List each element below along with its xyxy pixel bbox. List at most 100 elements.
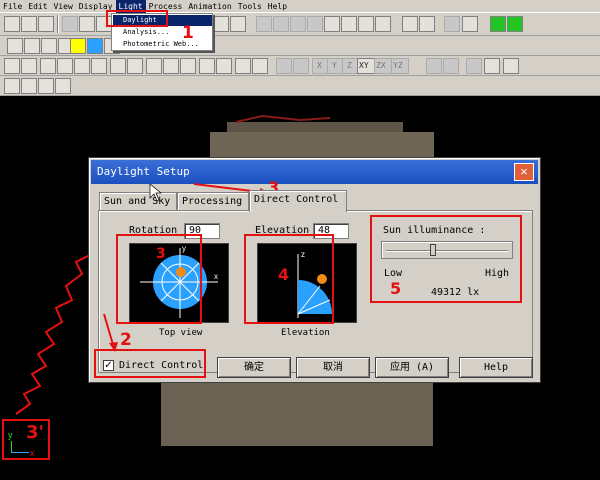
color-swatch-icon[interactable] bbox=[70, 38, 86, 54]
move-icon[interactable] bbox=[146, 58, 162, 74]
nav-back-icon[interactable] bbox=[256, 16, 272, 32]
axis-zx-label: ZX bbox=[376, 61, 386, 70]
menu-edit[interactable]: Edit bbox=[25, 0, 50, 13]
axis-zx-button[interactable]: ZX bbox=[374, 58, 392, 74]
green-cube-icon[interactable] bbox=[490, 16, 506, 32]
callout-5: 5 bbox=[390, 279, 402, 298]
print-icon[interactable] bbox=[79, 16, 95, 32]
pan-icon[interactable] bbox=[307, 16, 323, 32]
highlight-light-menu bbox=[106, 10, 168, 27]
run-icon[interactable] bbox=[484, 58, 500, 74]
axis-y-label: Y bbox=[332, 61, 337, 70]
axis-x-line bbox=[11, 452, 29, 453]
view-box-icon[interactable] bbox=[444, 16, 460, 32]
menu-item-analysis[interactable]: Analysis... bbox=[113, 27, 212, 38]
align-icon[interactable] bbox=[216, 58, 232, 74]
toolbar-row-4 bbox=[0, 76, 600, 96]
select-add-icon[interactable] bbox=[57, 58, 73, 74]
wire-cube-icon[interactable] bbox=[462, 16, 478, 32]
light-icon[interactable] bbox=[443, 58, 459, 74]
select-window-icon[interactable] bbox=[40, 58, 56, 74]
zoom-icon[interactable] bbox=[324, 16, 340, 32]
texture-icon[interactable] bbox=[38, 78, 54, 94]
nav-right-icon[interactable] bbox=[290, 16, 306, 32]
group-tool-icon[interactable] bbox=[41, 38, 57, 54]
material-icon[interactable] bbox=[21, 78, 37, 94]
menu-help[interactable]: Help bbox=[265, 0, 290, 13]
rotate-view-icon[interactable] bbox=[293, 58, 309, 74]
paste-icon[interactable] bbox=[127, 58, 143, 74]
open-file-icon[interactable] bbox=[21, 16, 37, 32]
axis-xy-button[interactable]: XY bbox=[357, 58, 375, 74]
ok-button[interactable]: 确定 bbox=[217, 357, 291, 378]
undo-icon[interactable] bbox=[62, 16, 78, 32]
menu-animation[interactable]: Animation bbox=[185, 0, 234, 13]
viewport-axis-x-label: x bbox=[30, 448, 35, 458]
axis-x-label: X bbox=[317, 61, 322, 70]
zoom-extents-icon[interactable] bbox=[402, 16, 418, 32]
new-file-icon[interactable] bbox=[4, 16, 20, 32]
snap-icon[interactable] bbox=[235, 58, 251, 74]
walk-icon[interactable] bbox=[466, 58, 482, 74]
top-view-caption: Top view bbox=[159, 328, 203, 338]
toolbar-separator bbox=[57, 15, 59, 33]
mirror-icon[interactable] bbox=[199, 58, 215, 74]
menu-view[interactable]: View bbox=[51, 0, 76, 13]
save-file-icon[interactable] bbox=[38, 16, 54, 32]
scale-icon[interactable] bbox=[180, 58, 196, 74]
dialog-titlebar: Daylight Setup × bbox=[91, 160, 538, 184]
callout-4: 4 bbox=[278, 265, 290, 284]
grid-icon[interactable] bbox=[252, 58, 268, 74]
select-move-icon[interactable] bbox=[21, 58, 37, 74]
cancel-button[interactable]: 取消 bbox=[296, 357, 370, 378]
shaded-cube-icon[interactable] bbox=[507, 16, 523, 32]
menu-file[interactable]: File bbox=[0, 0, 25, 13]
rotate-icon[interactable] bbox=[163, 58, 179, 74]
nav-left-icon[interactable] bbox=[273, 16, 289, 32]
pointer-icon[interactable] bbox=[55, 78, 71, 94]
camera-icon[interactable] bbox=[426, 58, 442, 74]
close-icon[interactable]: × bbox=[514, 163, 534, 181]
select-all-icon[interactable] bbox=[91, 58, 107, 74]
orbit-icon[interactable] bbox=[375, 16, 391, 32]
layer-tool-icon[interactable] bbox=[7, 38, 23, 54]
viewport-axis-y-label: y bbox=[8, 430, 13, 440]
render-region-icon[interactable] bbox=[230, 16, 246, 32]
dialog-title: Daylight Setup bbox=[97, 165, 190, 178]
pivot-icon[interactable] bbox=[276, 58, 292, 74]
menubar: File Edit View Display Light Process Ani… bbox=[0, 0, 600, 13]
tab-direct-control[interactable]: Direct Control bbox=[249, 190, 347, 212]
menu-item-photometric-web[interactable]: Photometric Web... bbox=[113, 39, 212, 50]
toolbar-row-1 bbox=[0, 13, 600, 36]
elevation-view-caption: Elevation bbox=[281, 328, 330, 338]
annotation-scribble bbox=[235, 114, 331, 123]
zoom-in-icon[interactable] bbox=[358, 16, 374, 32]
axis-yz-label: YZ bbox=[393, 61, 403, 70]
axis-xy-label: XY bbox=[359, 61, 369, 70]
select-remove-icon[interactable] bbox=[74, 58, 90, 74]
render-icon[interactable] bbox=[213, 16, 229, 32]
axis-yz-button[interactable]: YZ bbox=[391, 58, 409, 74]
toolbar-row-2 bbox=[0, 36, 600, 56]
help-button[interactable]: Help bbox=[459, 357, 533, 378]
menu-tools[interactable]: Tools bbox=[235, 0, 265, 13]
zoom-window-icon[interactable] bbox=[341, 16, 357, 32]
axis-x-button[interactable]: X bbox=[312, 58, 328, 74]
axis-z-label: Z bbox=[347, 61, 352, 70]
top-view-x-label: x bbox=[214, 272, 218, 281]
callout-3-prime: 3' bbox=[26, 422, 45, 443]
apply-button[interactable]: 应用 (A) bbox=[375, 357, 449, 378]
callout-3-topview: 3 bbox=[156, 246, 166, 262]
select-arrow-icon[interactable] bbox=[4, 58, 20, 74]
fly-icon[interactable] bbox=[503, 58, 519, 74]
zoom-all-icon[interactable] bbox=[419, 16, 435, 32]
copy-icon[interactable] bbox=[110, 58, 126, 74]
tab-sun-and-sky[interactable]: Sun and Sky bbox=[99, 192, 177, 212]
layers-icon[interactable] bbox=[4, 78, 20, 94]
axis-y-button[interactable]: Y bbox=[327, 58, 343, 74]
sphere-icon[interactable] bbox=[87, 38, 103, 54]
callout-1: 1 bbox=[182, 23, 194, 43]
tab-processing[interactable]: Processing bbox=[177, 192, 249, 212]
axis-z-button[interactable]: Z bbox=[342, 58, 358, 74]
object-tool-icon[interactable] bbox=[24, 38, 40, 54]
